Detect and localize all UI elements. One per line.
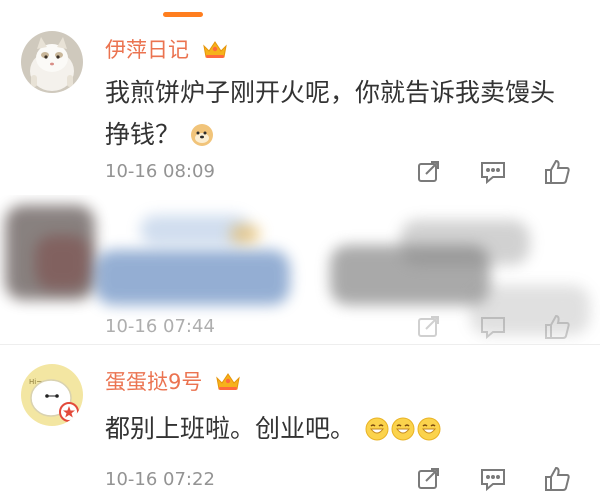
divider: [0, 344, 600, 345]
comment-actions: [412, 155, 574, 189]
username-text[interactable]: 蛋蛋挞9号: [105, 370, 202, 394]
like-button[interactable]: [540, 462, 574, 496]
username[interactable]: 蛋蛋挞9号: [105, 366, 241, 397]
comment-text: 我煎饼炉子刚开火呢，你就告诉我卖馒头挣钱？: [105, 72, 575, 156]
share-icon: [418, 468, 439, 489]
comment-actions: [412, 462, 574, 496]
comment-button[interactable]: [476, 462, 510, 496]
comment-icon: [481, 162, 505, 185]
thumbs-up-icon: [545, 466, 570, 491]
doge-emoji-icon: [190, 118, 214, 146]
comment-button[interactable]: [476, 155, 510, 189]
like-button[interactable]: [540, 310, 574, 344]
grin-emoji-icon: [365, 412, 389, 441]
share-button[interactable]: [412, 462, 446, 496]
avatar[interactable]: Hi~: [21, 364, 83, 426]
comment-item[interactable]: 伊萍日记 我煎饼炉子刚开火呢，你就告诉我卖馒头挣钱？ 10-16 08:09: [0, 20, 600, 190]
share-button[interactable]: [412, 155, 446, 189]
avatar[interactable]: [21, 31, 83, 93]
comment-icon: [481, 469, 505, 492]
share-icon: [418, 316, 439, 337]
comment-actions: [412, 310, 574, 344]
crown-icon: [202, 38, 228, 65]
comment-item[interactable]: Hi~ 蛋蛋挞9号 都别上班啦。创业吧。 10-16 07:22: [0, 352, 600, 492]
thumbs-up-icon: [545, 314, 570, 339]
timestamp: 10-16 07:22: [105, 469, 215, 490]
comment-button[interactable]: [476, 310, 510, 344]
username[interactable]: 伊萍日记: [105, 34, 228, 65]
svg-text:Hi~: Hi~: [29, 378, 42, 386]
share-icon: [418, 161, 439, 182]
grin-emoji-icon: [391, 412, 415, 441]
comment-icon: [481, 317, 505, 340]
like-button[interactable]: [540, 155, 574, 189]
timestamp: 10-16 08:09: [105, 161, 215, 182]
comment-text-content: 我煎饼炉子刚开火呢，你就告诉我卖馒头挣钱？: [105, 78, 556, 149]
thumbs-up-icon: [545, 159, 570, 184]
comment-text: 都别上班啦。创业吧。: [105, 408, 575, 450]
share-button[interactable]: [412, 310, 446, 344]
crown-icon: [215, 370, 241, 397]
comment-text-content: 都别上班啦。创业吧。: [105, 414, 356, 443]
grin-emoji-icon: [417, 412, 441, 441]
active-tab-indicator: [163, 12, 203, 17]
username-text[interactable]: 伊萍日记: [105, 38, 189, 62]
timestamp: 10-16 07:44: [105, 316, 215, 337]
comment-item-obscured[interactable]: 10-16 07:44: [0, 195, 600, 345]
